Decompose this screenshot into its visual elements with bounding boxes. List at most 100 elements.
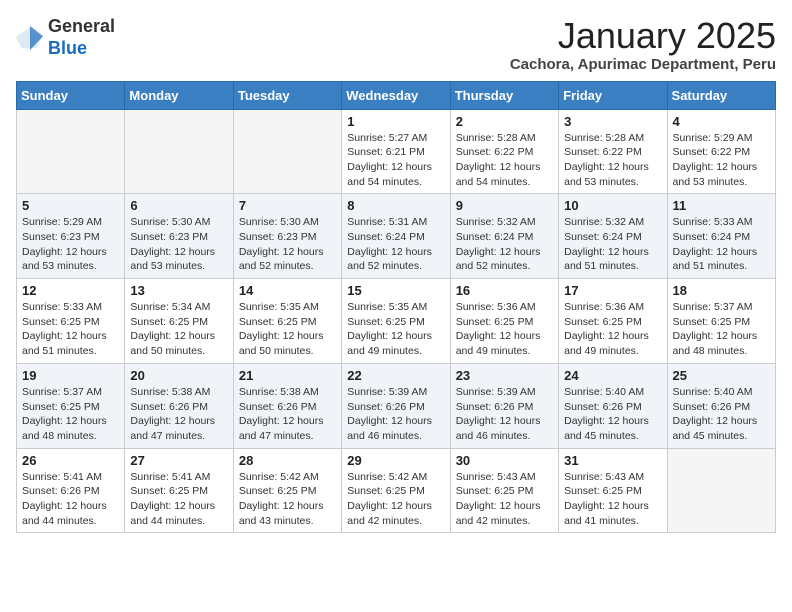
day-info: Sunrise: 5:29 AM Sunset: 6:23 PM Dayligh… (22, 215, 119, 274)
day-number: 13 (130, 283, 227, 298)
calendar-week-row: 5 Sunrise: 5:29 AM Sunset: 6:23 PM Daylig… (17, 194, 776, 279)
weekday-header-row: SundayMondayTuesdayWednesdayThursdayFrid… (17, 81, 776, 109)
day-info: Sunrise: 5:30 AM Sunset: 6:23 PM Dayligh… (239, 215, 336, 274)
day-number: 27 (130, 453, 227, 468)
calendar-cell: 29Sunrise: 5:42 AM Sunset: 6:25 PM Dayli… (342, 448, 450, 533)
day-number: 5 (22, 198, 119, 213)
logo-icon (16, 24, 44, 52)
calendar-cell: 19Sunrise: 5:37 AM Sunset: 6:25 PM Dayli… (17, 363, 125, 448)
day-info: Sunrise: 5:32 AM Sunset: 6:24 PM Dayligh… (564, 215, 661, 274)
calendar-cell (17, 109, 125, 194)
day-number: 2 (456, 114, 553, 129)
day-number: 8 (347, 198, 444, 213)
calendar-cell: 22Sunrise: 5:39 AM Sunset: 6:26 PM Dayli… (342, 363, 450, 448)
day-number: 11 (673, 198, 770, 213)
calendar-cell: 14 Sunrise: 5:35 AM Sunset: 6:25 PM Dayli… (233, 279, 341, 364)
month-title: January 2025 (510, 16, 776, 56)
calendar-cell: 26 Sunrise: 5:41 AM Sunset: 6:26 PM Dayli… (17, 448, 125, 533)
calendar-cell: 13Sunrise: 5:34 AM Sunset: 6:25 PM Dayli… (125, 279, 233, 364)
day-number: 17 (564, 283, 661, 298)
weekday-tuesday: Tuesday (233, 81, 341, 109)
calendar-cell (125, 109, 233, 194)
weekday-wednesday: Wednesday (342, 81, 450, 109)
day-info: Sunrise: 5:35 AM Sunset: 6:25 PM Dayligh… (239, 300, 336, 359)
day-number: 16 (456, 283, 553, 298)
day-number: 30 (456, 453, 553, 468)
calendar-week-row: 26 Sunrise: 5:41 AM Sunset: 6:26 PM Dayli… (17, 448, 776, 533)
calendar-cell: 9 Sunrise: 5:32 AM Sunset: 6:24 PM Daylig… (450, 194, 558, 279)
day-info: Sunrise: 5:41 AM Sunset: 6:25 PM Dayligh… (130, 470, 227, 529)
weekday-thursday: Thursday (450, 81, 558, 109)
calendar-cell: 1Sunrise: 5:27 AM Sunset: 6:21 PM Daylig… (342, 109, 450, 194)
calendar-cell: 8 Sunrise: 5:31 AM Sunset: 6:24 PM Daylig… (342, 194, 450, 279)
day-number: 31 (564, 453, 661, 468)
day-number: 6 (130, 198, 227, 213)
day-number: 23 (456, 368, 553, 383)
calendar-cell: 28 Sunrise: 5:42 AM Sunset: 6:25 PM Dayli… (233, 448, 341, 533)
day-info: Sunrise: 5:28 AM Sunset: 6:22 PM Dayligh… (564, 131, 661, 190)
day-info: Sunrise: 5:42 AM Sunset: 6:25 PM Dayligh… (239, 470, 336, 529)
day-info: Sunrise: 5:33 AM Sunset: 6:25 PM Dayligh… (22, 300, 119, 359)
calendar-cell (667, 448, 775, 533)
day-number: 12 (22, 283, 119, 298)
calendar-cell: 25 Sunrise: 5:40 AM Sunset: 6:26 PM Dayli… (667, 363, 775, 448)
calendar-week-row: 12 Sunrise: 5:33 AM Sunset: 6:25 PM Dayli… (17, 279, 776, 364)
calendar-cell: 12 Sunrise: 5:33 AM Sunset: 6:25 PM Dayli… (17, 279, 125, 364)
weekday-friday: Friday (559, 81, 667, 109)
day-number: 18 (673, 283, 770, 298)
calendar-cell: 16 Sunrise: 5:36 AM Sunset: 6:25 PM Dayli… (450, 279, 558, 364)
calendar-cell: 20 Sunrise: 5:38 AM Sunset: 6:26 PM Dayli… (125, 363, 233, 448)
day-info: Sunrise: 5:33 AM Sunset: 6:24 PM Dayligh… (673, 215, 770, 274)
day-info: Sunrise: 5:36 AM Sunset: 6:25 PM Dayligh… (456, 300, 553, 359)
day-info: Sunrise: 5:40 AM Sunset: 6:26 PM Dayligh… (673, 385, 770, 444)
day-number: 4 (673, 114, 770, 129)
day-number: 29 (347, 453, 444, 468)
day-info: Sunrise: 5:39 AM Sunset: 6:26 PM Dayligh… (347, 385, 444, 444)
calendar-cell: 18 Sunrise: 5:37 AM Sunset: 6:25 PM Dayli… (667, 279, 775, 364)
calendar-cell: 7 Sunrise: 5:30 AM Sunset: 6:23 PM Daylig… (233, 194, 341, 279)
day-info: Sunrise: 5:36 AM Sunset: 6:25 PM Dayligh… (564, 300, 661, 359)
day-number: 25 (673, 368, 770, 383)
day-info: Sunrise: 5:39 AM Sunset: 6:26 PM Dayligh… (456, 385, 553, 444)
day-info: Sunrise: 5:37 AM Sunset: 6:25 PM Dayligh… (673, 300, 770, 359)
day-info: Sunrise: 5:35 AM Sunset: 6:25 PM Dayligh… (347, 300, 444, 359)
day-number: 28 (239, 453, 336, 468)
day-number: 19 (22, 368, 119, 383)
calendar-cell: 23 Sunrise: 5:39 AM Sunset: 6:26 PM Dayli… (450, 363, 558, 448)
day-number: 14 (239, 283, 336, 298)
calendar-cell: 24Sunrise: 5:40 AM Sunset: 6:26 PM Dayli… (559, 363, 667, 448)
day-info: Sunrise: 5:40 AM Sunset: 6:26 PM Dayligh… (564, 385, 661, 444)
calendar-cell: 10 Sunrise: 5:32 AM Sunset: 6:24 PM Dayli… (559, 194, 667, 279)
day-number: 3 (564, 114, 661, 129)
calendar: SundayMondayTuesdayWednesdayThursdayFrid… (16, 81, 776, 534)
day-number: 7 (239, 198, 336, 213)
calendar-cell: 3 Sunrise: 5:28 AM Sunset: 6:22 PM Daylig… (559, 109, 667, 194)
day-number: 26 (22, 453, 119, 468)
logo-text: General Blue (48, 16, 115, 59)
day-number: 20 (130, 368, 227, 383)
calendar-cell: 31Sunrise: 5:43 AM Sunset: 6:25 PM Dayli… (559, 448, 667, 533)
day-number: 9 (456, 198, 553, 213)
calendar-cell: 15 Sunrise: 5:35 AM Sunset: 6:25 PM Dayli… (342, 279, 450, 364)
day-info: Sunrise: 5:32 AM Sunset: 6:24 PM Dayligh… (456, 215, 553, 274)
calendar-cell: 11 Sunrise: 5:33 AM Sunset: 6:24 PM Dayli… (667, 194, 775, 279)
day-info: Sunrise: 5:41 AM Sunset: 6:26 PM Dayligh… (22, 470, 119, 529)
logo: General Blue (16, 16, 115, 59)
calendar-cell: 6Sunrise: 5:30 AM Sunset: 6:23 PM Daylig… (125, 194, 233, 279)
calendar-cell: 30Sunrise: 5:43 AM Sunset: 6:25 PM Dayli… (450, 448, 558, 533)
day-info: Sunrise: 5:31 AM Sunset: 6:24 PM Dayligh… (347, 215, 444, 274)
day-info: Sunrise: 5:27 AM Sunset: 6:21 PM Dayligh… (347, 131, 444, 190)
subtitle: Cachora, Apurimac Department, Peru (510, 56, 776, 73)
title-block: January 2025 Cachora, Apurimac Departmen… (510, 16, 776, 73)
day-info: Sunrise: 5:38 AM Sunset: 6:26 PM Dayligh… (130, 385, 227, 444)
page-header: General Blue January 2025 Cachora, Apuri… (16, 16, 776, 73)
calendar-cell: 4Sunrise: 5:29 AM Sunset: 6:22 PM Daylig… (667, 109, 775, 194)
day-info: Sunrise: 5:28 AM Sunset: 6:22 PM Dayligh… (456, 131, 553, 190)
calendar-cell: 17 Sunrise: 5:36 AM Sunset: 6:25 PM Dayli… (559, 279, 667, 364)
calendar-cell: 21Sunrise: 5:38 AM Sunset: 6:26 PM Dayli… (233, 363, 341, 448)
day-info: Sunrise: 5:38 AM Sunset: 6:26 PM Dayligh… (239, 385, 336, 444)
calendar-week-row: 1Sunrise: 5:27 AM Sunset: 6:21 PM Daylig… (17, 109, 776, 194)
day-number: 10 (564, 198, 661, 213)
calendar-week-row: 19Sunrise: 5:37 AM Sunset: 6:25 PM Dayli… (17, 363, 776, 448)
day-number: 15 (347, 283, 444, 298)
